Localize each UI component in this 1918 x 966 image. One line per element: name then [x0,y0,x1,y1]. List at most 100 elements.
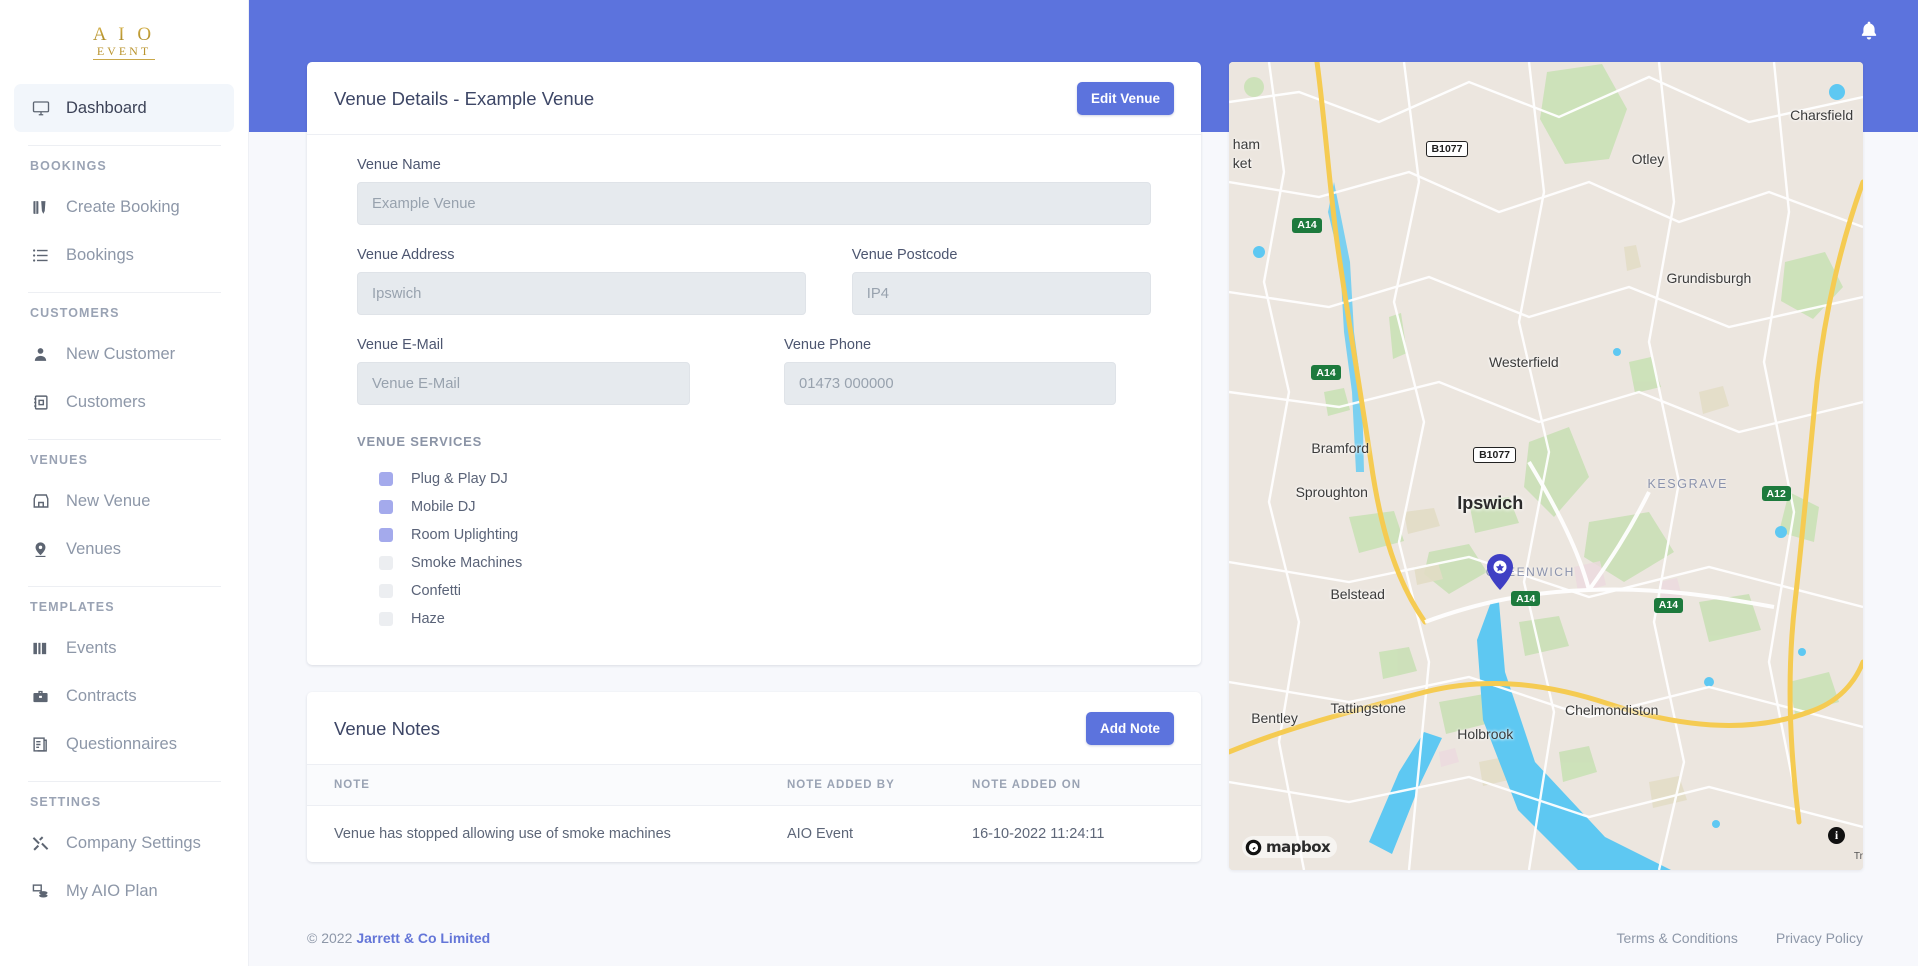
server-icon [32,883,58,900]
table-row[interactable]: Venue has stopped allowing use of smoke … [307,806,1201,863]
venue-postcode-label: Venue Postcode [852,247,1151,263]
service-checkbox[interactable] [379,500,393,514]
books-icon [32,640,58,657]
venue-email-group: Venue E-Mail [357,337,690,405]
service-item[interactable]: Confetti [379,579,1151,603]
map-attribution-text: Tr [1854,851,1863,862]
logo-line-1: A I O [93,25,155,44]
road-shield-a12: A12 [1762,486,1791,501]
table-header-row: NOTE NOTE ADDED BY NOTE ADDED ON [307,765,1201,806]
sidebar-item-label: New Venue [66,492,150,511]
venue-postcode-group: Venue Postcode [852,247,1151,315]
sidebar-divider [28,586,221,587]
sidebar-group-settings-title: SETTINGS [0,795,248,809]
venue-address-label: Venue Address [357,247,806,263]
monitor-icon [32,99,58,117]
service-checkbox[interactable] [379,612,393,626]
table-body: Venue has stopped allowing use of smoke … [307,806,1201,863]
map-pin-icon [32,541,58,558]
privacy-policy-link[interactable]: Privacy Policy [1776,930,1863,946]
app-logo[interactable]: A I O EVENT [0,0,248,84]
venue-details-card: Venue Details - Example Venue Edit Venue… [307,62,1201,665]
sidebar-item-label: Create Booking [66,198,180,217]
service-checkbox[interactable] [379,472,393,486]
sidebar-divider [28,781,221,782]
service-item[interactable]: Mobile DJ [379,495,1151,519]
user-icon [32,346,58,363]
sidebar-item-events[interactable]: Events [14,624,234,672]
sidebar-item-create-booking[interactable]: Create Booking [14,183,234,231]
service-label: Haze [411,611,445,627]
venue-email-label: Venue E-Mail [357,337,690,353]
sidebar-item-new-venue[interactable]: New Venue [14,477,234,525]
sidebar-item-label: Questionnaires [66,735,177,754]
service-item[interactable]: Smoke Machines [379,551,1151,575]
map-marker-icon[interactable] [1487,554,1513,590]
edit-venue-button[interactable]: Edit Venue [1077,82,1174,115]
footer-links: Terms & Conditions Privacy Policy [1616,930,1863,946]
sidebar-item-label: Contracts [66,687,137,706]
add-note-button[interactable]: Add Note [1086,712,1174,745]
venue-name-label: Venue Name [357,157,1151,173]
footer-copyright: © 2022 Jarrett & Co Limited [307,930,490,946]
venue-details-body: Venue Name Venue Address Venue Postcode [307,135,1201,665]
venue-address-input[interactable] [357,272,806,315]
service-checkbox[interactable] [379,584,393,598]
sidebar-item-customers[interactable]: Customers [14,378,234,426]
venue-phone-label: Venue Phone [784,337,1116,353]
venue-services-list: Plug & Play DJ Mobile DJ Room Uplighting [357,467,1151,631]
sidebar-item-new-customer[interactable]: New Customer [14,330,234,378]
venue-name-group: Venue Name [357,157,1151,225]
right-column: Charsfield ham ket Otley Grundisburgh We… [1201,0,1918,966]
document-icon [32,736,58,753]
sidebar-item-label: New Customer [66,345,175,364]
mapbox-logo[interactable]: mapbox [1242,836,1337,858]
footer-company-link[interactable]: Jarrett & Co Limited [356,930,490,946]
address-book-icon [32,394,58,411]
service-checkbox[interactable] [379,556,393,570]
table-header: NOTE NOTE ADDED BY NOTE ADDED ON [307,765,1201,806]
service-item[interactable]: Haze [379,607,1151,631]
sidebar-item-label: Customers [66,393,146,412]
map-shield-layer: B1077 A14 A14 B1077 A12 A14 A14 [1229,62,1863,870]
service-label: Mobile DJ [411,499,475,515]
service-checkbox[interactable] [379,528,393,542]
main-area: Venue Details - Example Venue Edit Venue… [249,0,1918,966]
list-icon [32,247,58,264]
venue-name-input[interactable] [357,182,1151,225]
service-label: Room Uplighting [411,527,518,543]
sidebar-group-venues-title: VENUES [0,453,248,467]
sidebar-item-contracts[interactable]: Contracts [14,672,234,720]
venue-map[interactable]: Charsfield ham ket Otley Grundisburgh We… [1229,62,1863,870]
sidebar-item-dashboard[interactable]: Dashboard [14,84,234,132]
venue-postcode-input[interactable] [852,272,1151,315]
service-item[interactable]: Plug & Play DJ [379,467,1151,491]
venue-address-group: Venue Address [357,247,806,315]
venue-services-heading: VENUE SERVICES [357,434,1151,449]
sidebar-item-label: Bookings [66,246,134,265]
venue-notes-table: NOTE NOTE ADDED BY NOTE ADDED ON Venue h… [307,764,1201,862]
service-label: Plug & Play DJ [411,471,508,487]
left-column: Venue Details - Example Venue Edit Venue… [249,0,1201,966]
sidebar-item-label: Events [66,639,116,658]
terms-and-conditions-link[interactable]: Terms & Conditions [1616,930,1737,946]
service-item[interactable]: Room Uplighting [379,523,1151,547]
sidebar-group-templates-title: TEMPLATES [0,600,248,614]
venue-details-header: Venue Details - Example Venue Edit Venue [307,62,1201,135]
sidebar-item-label: My AIO Plan [66,882,158,901]
venue-email-input[interactable] [357,362,690,405]
road-shield-a14: A14 [1311,365,1340,380]
service-label: Smoke Machines [411,555,522,571]
email-phone-row: Venue E-Mail Venue Phone [357,337,1151,405]
sidebar-item-venues[interactable]: Venues [14,525,234,573]
map-info-icon[interactable]: i [1828,827,1845,844]
address-postcode-row: Venue Address Venue Postcode [357,247,1151,315]
sidebar-item-bookings[interactable]: Bookings [14,231,234,279]
sidebar-item-questionnaires[interactable]: Questionnaires [14,720,234,768]
venue-notes-card: Venue Notes Add Note NOTE NOTE ADDED BY … [307,692,1201,862]
road-shield-a14: A14 [1292,218,1321,233]
venue-phone-input[interactable] [784,362,1116,405]
sidebar-item-label: Venues [66,540,121,559]
sidebar-item-company-settings[interactable]: Company Settings [14,819,234,867]
sidebar-item-my-aio-plan[interactable]: My AIO Plan [14,867,234,915]
